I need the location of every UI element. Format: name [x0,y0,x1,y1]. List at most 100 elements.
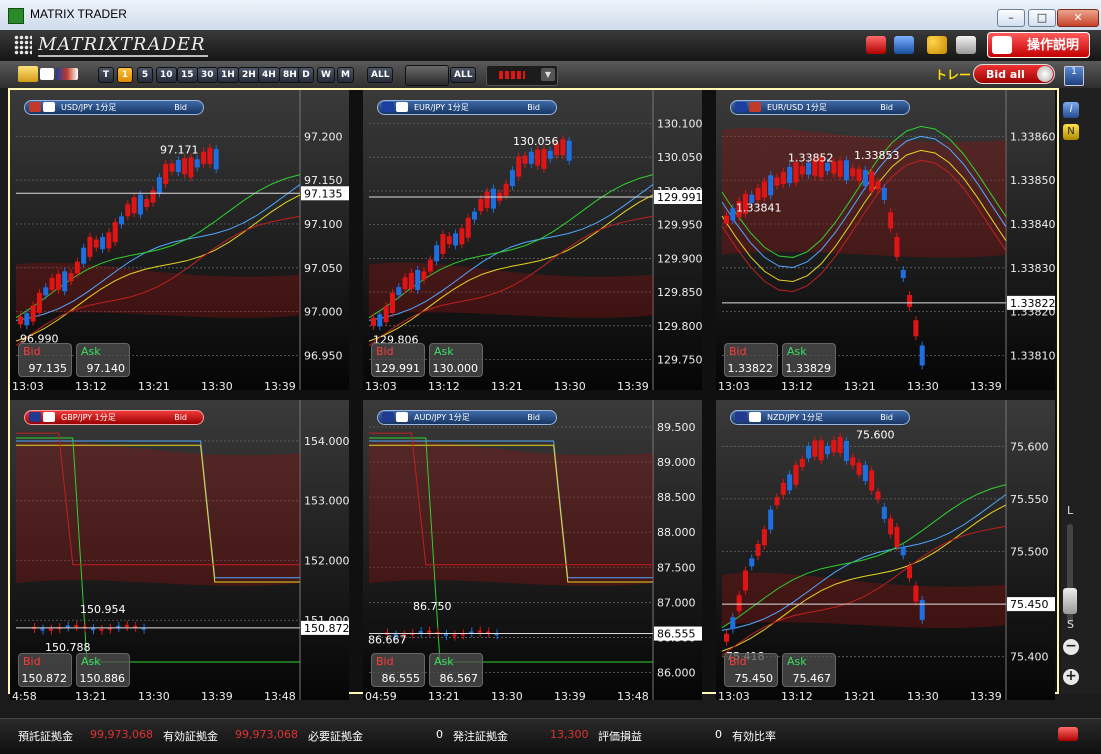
indicator-toggle-icon[interactable] [405,65,449,86]
bid-value: 150.872 [21,672,68,685]
ask-label: Ask [787,655,807,668]
folder-icon[interactable] [18,66,38,82]
zoom-handle[interactable] [1063,588,1077,614]
y-tick-label: 88.500 [657,491,696,504]
app-icon [8,8,24,24]
timeframe-t[interactable]: T [98,67,114,83]
info-icon[interactable]: i [1063,102,1079,118]
x-tick-label: 13:30 [491,690,523,703]
ask-label: Ask [434,345,454,358]
ask-quote[interactable]: Ask 130.000 [429,343,483,377]
print-icon[interactable] [956,36,976,54]
ask-value: 86.567 [439,672,479,685]
pair-header[interactable]: USD/JPY 1分足 Bid [24,100,204,115]
bid-label: Bid [729,345,747,358]
zoom-in-icon[interactable]: + [1063,669,1079,685]
toolbox-icon[interactable] [866,36,886,54]
ask-quote[interactable]: Ask 150.886 [76,653,130,687]
margin-ratio-label: 有効比率 [732,730,776,743]
pair-header[interactable]: AUD/JPY 1分足 Bid [377,410,557,425]
palette-icon[interactable] [927,36,947,54]
bid-quote[interactable]: Bid 1.33822 [724,343,778,377]
timeframe-m[interactable]: M [337,67,354,83]
chart-panel-eurusd[interactable]: 1.33860 1.33850 1.33840 1.33830 1.33820 1.338… [716,90,1055,390]
pair-header[interactable]: EUR/JPY 1分足 Bid [377,100,557,115]
x-tick-label: 13:39 [970,380,1002,393]
pair-header[interactable]: NZD/JPY 1分足 Bid [730,410,910,425]
pair-flags-icon [382,412,410,423]
timeframe-1[interactable]: 1 [117,67,133,83]
x-tick-label: 13:21 [844,380,876,393]
pair-flags-icon [735,412,763,423]
save-icon[interactable] [894,36,914,54]
order-margin-label: 発注証拠金 [453,730,508,743]
timeframe-d[interactable]: D [298,67,314,83]
y-tick-label: 96.950 [304,349,343,362]
x-tick-label: 13:03 [718,690,750,703]
news-icon[interactable]: N [1063,124,1079,140]
bid-quote[interactable]: Bid 97.135 [18,343,72,377]
ask-quote[interactable]: Ask 75.467 [782,653,836,687]
bid-quote[interactable]: Bid 129.991 [371,343,425,377]
bid-value: 129.991 [374,362,421,375]
chart-panel-eurjpy[interactable]: 130.100 130.050 130.000 129.950 129.900 129.8… [363,90,702,390]
manual-button[interactable]: 操作説明 [987,32,1090,58]
y-tick-label: 130.100 [657,117,702,130]
bid-label: Bid [376,655,394,668]
expand-footer-icon[interactable] [1058,727,1078,741]
timeframe-30[interactable]: 30 [197,67,218,83]
ask-quote[interactable]: Ask 97.140 [76,343,130,377]
timeframe-5[interactable]: 5 [137,67,153,83]
bid-quote[interactable]: Bid 75.450 [724,653,778,687]
high-label: 86.750 [413,600,452,613]
layout-button[interactable]: 1 [1064,66,1084,86]
bid-label: Bid [729,655,747,668]
ask-quote[interactable]: Ask 1.33829 [782,343,836,377]
chevron-down-icon: ▼ [541,68,555,81]
ask-label: Ask [81,655,101,668]
zoom-out-icon[interactable]: − [1063,639,1079,655]
chart-type-select[interactable]: ▼ [486,65,558,86]
bid-quote[interactable]: Bid 150.872 [18,653,72,687]
close-button[interactable]: ✕ [1057,9,1099,27]
ask-quote[interactable]: Ask 86.567 [429,653,483,687]
chart-panel-audjpy[interactable]: 89.500 89.000 88.500 88.000 87.500 87.000 86.5… [363,400,702,700]
ask-label: Ask [787,345,807,358]
minimize-button[interactable]: – [997,9,1025,27]
logo-dots-icon [14,35,32,55]
pair-header[interactable]: GBP/JPY 1分足 Bid [24,410,204,425]
y-tick-label: 75.600 [1010,440,1049,453]
chart-panel-usdjpy[interactable]: 97.200 97.150 97.100 97.050 97.000 96.950 97.1… [10,90,349,390]
zoom-small-label: S [1067,618,1074,631]
y-tick-label: 1.33810 [1010,349,1055,362]
x-tick-label: 13:39 [554,690,586,703]
current-price-label: 150.872 [304,622,349,635]
maximize-button[interactable]: □ [1028,9,1056,27]
window-titlebar: MATRIX TRADER – □ ✕ [0,0,1101,31]
chart-panel-nzdjpy[interactable]: 75.600 75.550 75.500 75.450 75.400 75.450 75.6… [716,400,1055,700]
y-tick-label: 129.750 [657,354,702,367]
all-button[interactable]: ALL [367,67,393,83]
pair-header[interactable]: EUR/USD 1分足 Bid [730,100,910,115]
timeframe-2h[interactable]: 2H [238,67,260,83]
bid-label: Bid [376,345,394,358]
x-tick-label: 13:30 [554,380,586,393]
x-tick-label: 13:03 [365,380,397,393]
x-axis: 04:59 13:21 13:30 13:39 13:48 [365,690,704,706]
ask-value: 1.33829 [785,362,832,375]
timeframe-15[interactable]: 15 [177,67,198,83]
bid-all-toggle[interactable]: Bid all [973,64,1055,84]
bid-quote[interactable]: Bid 86.555 [371,653,425,687]
chart-panel-gbpjpy[interactable]: 154.000 153.000 152.000 151.000 150.872 150.9… [10,400,349,700]
y-tick-label: 97.050 [304,262,343,275]
y-tick-label: 89.000 [657,456,696,469]
timeframe-10[interactable]: 10 [156,67,177,83]
current-price-label: 86.555 [657,628,696,641]
y-tick-label: 129.800 [657,320,702,333]
timeframe-1h[interactable]: 1H [217,67,239,83]
all-button-2[interactable]: ALL [450,67,476,83]
timeframe-4h[interactable]: 4H [258,67,280,83]
timeframe-w[interactable]: W [317,67,335,83]
y-tick-label: 87.500 [657,561,696,574]
x-tick-label: 13:03 [12,380,44,393]
